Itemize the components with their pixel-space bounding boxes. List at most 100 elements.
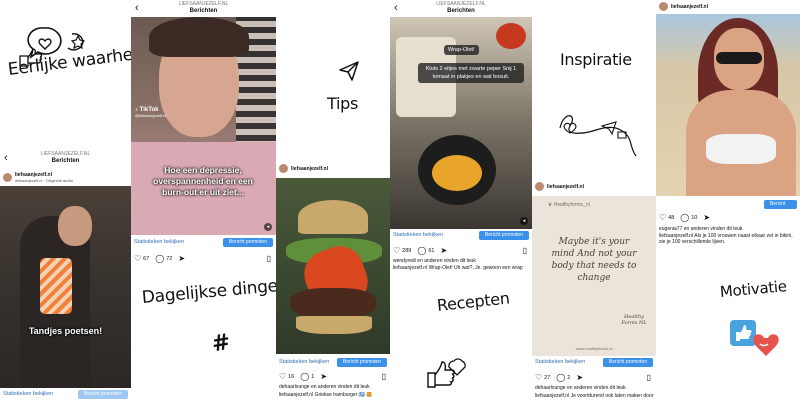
- comment-count: 10: [691, 215, 698, 221]
- bookmark-icon[interactable]: ▯: [382, 372, 386, 381]
- heart-icon[interactable]: ♡: [535, 374, 542, 382]
- post-header: ‹ LIEFSAANJEZELF.NL Berichten: [0, 150, 131, 170]
- like-count: 16: [288, 374, 295, 380]
- liked-by[interactable]: wendyredi en anderen vinden dit leuk: [393, 258, 529, 264]
- promote-button[interactable]: Bericht promoten: [336, 358, 387, 367]
- face-shape: [58, 206, 92, 246]
- post-photo[interactable]: ♪ TikTok @liefsaanjezelf.nl Hoe een depr…: [131, 17, 276, 235]
- liked-by[interactable]: eugenia77 en anderen vinden dit leuk: [659, 226, 799, 232]
- username[interactable]: liefsaanjezelf.nl: [547, 184, 584, 190]
- post-panel-depression: ‹ LIEFSAANJEZELF.NL Berichten ♪ TikTok @…: [131, 0, 276, 272]
- leaf-icon: ❦: [548, 202, 553, 208]
- handle-top: LIEFSAANJEZELF.NL: [40, 151, 91, 157]
- thumbs-up-heart-icon: [427, 358, 466, 388]
- stats-row: Statistieken bekijken Bericht promoten: [390, 229, 532, 243]
- post-photo[interactable]: Wrap-Olet! Kluts 2 eitjes met zwarte pep…: [390, 17, 532, 229]
- promote-button[interactable]: Bericht promoten: [478, 231, 529, 240]
- label-dagelijkse-dingen: Dagelijkse dingen: [141, 275, 290, 308]
- promote-button[interactable]: Bericht promoten: [763, 200, 797, 216]
- recipe-title: Wrap-Olet!: [444, 45, 479, 55]
- egg-yolk: [432, 155, 482, 191]
- liked-by[interactable]: dehaarlounge en anderen vinden dit leuk: [535, 385, 655, 391]
- post-caption: liefsaanjezelf.nl Je voortdurend ook lat…: [535, 393, 655, 399]
- heart-icon[interactable]: ♡: [279, 373, 286, 381]
- handle-top: LIEFSAANJEZELF.NL: [178, 1, 229, 7]
- post-photo[interactable]: Tandjes poetsen!: [0, 186, 131, 388]
- label-tips: Tips: [327, 94, 359, 113]
- liked-by[interactable]: dehaarlounge en anderen vinden dit leuk: [279, 384, 389, 390]
- like-count: 27: [544, 375, 551, 381]
- like-count: 289: [402, 248, 412, 254]
- avatar[interactable]: [659, 2, 668, 11]
- label-recepten: Recepten: [436, 288, 511, 315]
- profile-row[interactable]: liefsaanjezelf.nl: [659, 2, 708, 11]
- stats-link[interactable]: Statistieken bekijken: [279, 359, 329, 365]
- comment-count: 72: [166, 256, 173, 262]
- post-caption: liefsaanjezelf.nl Griekse hamburger 🇬🇷 🍔: [279, 392, 373, 398]
- mute-icon[interactable]: ◂: [520, 217, 528, 225]
- post-photo[interactable]: [656, 14, 800, 196]
- promote-button[interactable]: Bericht promoten: [222, 238, 273, 247]
- profile-row[interactable]: liefsaanjezelf.nl: [535, 182, 584, 191]
- action-row: ♡ 27 ◯ 2 ➤: [535, 372, 583, 384]
- stats-link[interactable]: Statistieken bekijken: [134, 239, 184, 245]
- sunglasses: [716, 52, 762, 64]
- bun-bottom: [296, 316, 372, 334]
- post-photo[interactable]: ❦ Healthyforms_nl Maybe it's your mind A…: [532, 196, 656, 356]
- heart-icon[interactable]: ♡: [659, 214, 666, 222]
- stats-link[interactable]: Statistieken bekijken: [393, 232, 443, 238]
- promote-button[interactable]: Bericht promoten: [602, 358, 653, 367]
- share-icon[interactable]: ➤: [178, 255, 185, 263]
- avatar[interactable]: [3, 173, 12, 182]
- stats-row: Statistieken bekijken Bericht promoten: [0, 388, 131, 400]
- share-icon[interactable]: ➤: [320, 373, 327, 381]
- comment-count: 2: [567, 375, 571, 381]
- hair-shape: [149, 17, 249, 57]
- avatar[interactable]: [279, 164, 288, 173]
- brand-name: Healthyforms_nl: [553, 202, 590, 208]
- quote-text: Maybe it's your mind And not your body t…: [551, 237, 637, 283]
- heart-icon[interactable]: ♡: [393, 247, 400, 255]
- tomato: [496, 23, 526, 49]
- profile-row[interactable]: liefsaanjezelf.nl liefsaanjezelf.nl · Or…: [3, 172, 73, 183]
- bookmark-icon[interactable]: ▯: [267, 254, 271, 263]
- comment-icon[interactable]: ◯: [680, 214, 689, 222]
- post-caption: liefsaanjezelf.nl Als je 100 vrouwen naa…: [659, 233, 793, 245]
- username[interactable]: liefsaanjezelf.nl: [671, 4, 708, 10]
- post-panel-quote: liefsaanjezelf.nl ❦ Healthyforms_nl Mayb…: [532, 178, 656, 400]
- bookmark-icon[interactable]: ▯: [647, 373, 651, 382]
- audio-label[interactable]: liefsaanjezelf.nl · Originele audio: [15, 178, 73, 183]
- action-row: ♡ 48 ◯ 10 ➤: [659, 212, 710, 224]
- like-count: 48: [668, 215, 675, 221]
- stats-row: Statistieken bekijken Bericht promoten: [532, 356, 656, 370]
- stats-link[interactable]: Statistieken bekijken: [535, 359, 585, 365]
- page-title: Berichten: [51, 158, 80, 164]
- signature: Healthy Forms NL: [621, 314, 647, 326]
- stats-link[interactable]: Statistieken bekijken: [3, 391, 53, 397]
- speech-hearts-icon: [19, 27, 86, 67]
- promote-button[interactable]: Bericht promoten: [77, 390, 128, 399]
- comment-icon[interactable]: ◯: [556, 374, 565, 382]
- share-icon[interactable]: ➤: [703, 214, 710, 222]
- action-row: ♡ 16 ◯ 1 ➤: [279, 371, 327, 383]
- heart-icon[interactable]: ♡: [134, 255, 141, 263]
- share-icon[interactable]: ➤: [440, 247, 447, 255]
- stats-row: Statistieken bekijken Bericht promoten: [276, 356, 390, 370]
- squiggle-plane-icon: [559, 115, 637, 157]
- comment-icon[interactable]: ◯: [155, 255, 164, 263]
- handle-top: LIEFSAANJEZELF.NL: [436, 1, 486, 7]
- phone-case: [40, 258, 72, 314]
- bookmark-icon[interactable]: ▯: [523, 246, 527, 255]
- share-icon[interactable]: ➤: [576, 374, 583, 382]
- profile-row[interactable]: liefsaanjezelf.nl: [279, 164, 328, 173]
- mute-icon[interactable]: ◂: [264, 223, 272, 231]
- page-title: Berichten: [447, 8, 475, 14]
- avatar[interactable]: [535, 182, 544, 191]
- post-panel-mirror-selfie: ‹ LIEFSAANJEZELF.NL Berichten liefsaanje…: [0, 150, 131, 400]
- comment-icon[interactable]: ◯: [300, 373, 309, 381]
- username[interactable]: liefsaanjezelf.nl: [291, 166, 328, 172]
- comment-icon[interactable]: ◯: [417, 247, 426, 255]
- post-panel-beach: liefsaanjezelf.nl ♡ 48 ◯ 10 ➤ Bericht prom…: [656, 0, 800, 245]
- post-photo[interactable]: [276, 178, 390, 354]
- action-row: ♡ 289 ◯ 61 ➤: [393, 245, 447, 257]
